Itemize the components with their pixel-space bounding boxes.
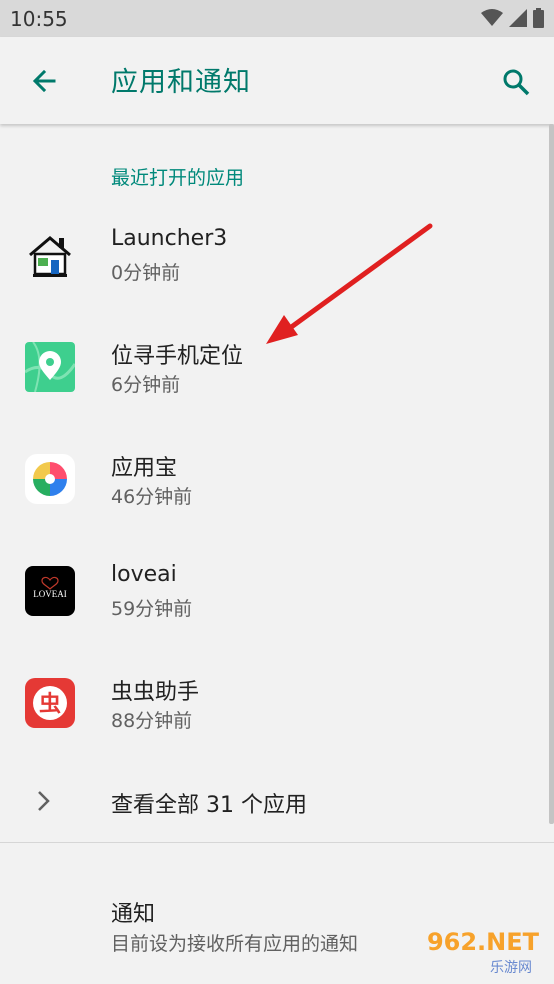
chevron-right-icon: [38, 791, 50, 811]
arrow-left-icon: [32, 69, 56, 93]
search-button[interactable]: [496, 62, 536, 102]
svg-text:962.NET: 962.NET: [427, 928, 540, 956]
location-pin-icon: [24, 341, 77, 393]
loveai-logo-icon: LOVEAI: [25, 566, 75, 616]
app-row-loveai[interactable]: LOVEAI loveai 59分钟前: [0, 548, 554, 660]
recent-apps-header: 最近打开的应用: [111, 167, 245, 189]
app-row-weixun[interactable]: 位寻手机定位 6分钟前: [0, 324, 554, 436]
battery-icon: [533, 8, 544, 28]
notifications-title: 通知: [111, 902, 156, 927]
svg-text:乐游网: 乐游网: [490, 960, 532, 976]
app-name: 位寻手机定位: [111, 344, 244, 369]
app-row-yingyongbao[interactable]: 应用宝 46分钟前: [0, 436, 554, 548]
app-last-used: 6分钟前: [111, 374, 181, 396]
app-last-used: 0分钟前: [111, 262, 181, 284]
app-last-used: 59分钟前: [111, 598, 193, 620]
see-all-apps-label: 查看全部 31 个应用: [111, 793, 307, 818]
wifi-icon: [481, 9, 503, 26]
back-button[interactable]: [24, 62, 64, 102]
app-last-used: 46分钟前: [111, 486, 193, 508]
app-last-used: 88分钟前: [111, 710, 193, 732]
signal-icon: [509, 9, 527, 27]
status-icons: [481, 8, 544, 28]
yingyongbao-icon: [25, 454, 75, 504]
svg-text:LOVEAI: LOVEAI: [33, 589, 67, 599]
app-name: loveai: [111, 562, 177, 587]
chongchong-icon: 虫: [25, 678, 75, 728]
watermark-logo: 962.NET 乐游网: [413, 920, 548, 980]
app-name: Launcher3: [111, 226, 228, 251]
app-bar: 应用和通知: [0, 37, 554, 124]
page-title: 应用和通知: [111, 67, 251, 98]
app-name: 应用宝: [111, 456, 178, 481]
status-bar: 10:55: [0, 0, 554, 37]
app-row-launcher3[interactable]: Launcher3 0分钟前: [0, 212, 554, 324]
launcher-house-icon: [25, 230, 75, 280]
divider: [0, 842, 554, 843]
status-time: 10:55: [10, 7, 68, 31]
app-row-chongchong[interactable]: 虫 虫虫助手 88分钟前: [0, 660, 554, 772]
search-icon: [503, 69, 530, 96]
app-name: 虫虫助手: [111, 680, 200, 705]
notifications-summary: 目前设为接收所有应用的通知: [111, 933, 359, 955]
svg-text:虫: 虫: [39, 691, 61, 717]
see-all-apps-row[interactable]: 查看全部 31 个应用: [0, 770, 554, 832]
